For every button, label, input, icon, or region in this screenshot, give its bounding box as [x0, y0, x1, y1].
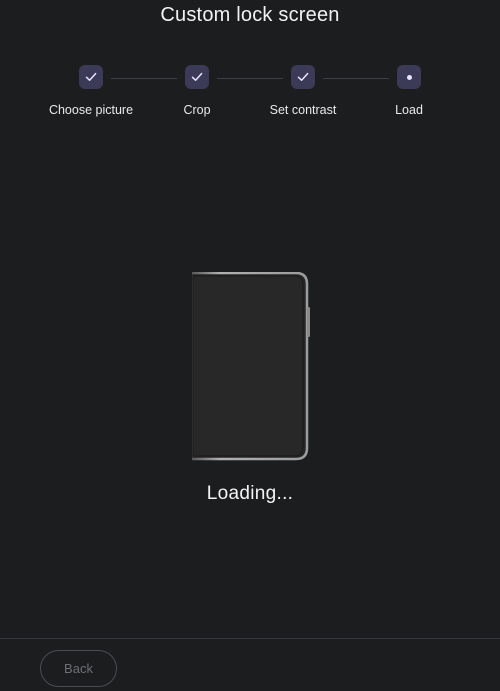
step-label: Load [395, 103, 423, 117]
step-indicator-completed [79, 65, 103, 89]
step-choose-picture: Choose picture [31, 65, 151, 117]
step-load: Load [349, 65, 469, 117]
progress-stepper: Choose picture Crop Set contrast Load [0, 65, 500, 125]
step-label: Choose picture [48, 103, 134, 117]
footer-divider [0, 638, 500, 639]
back-button[interactable]: Back [40, 650, 117, 687]
page-title: Custom lock screen [160, 4, 340, 26]
custom-lock-screen-page: Custom lock screen Choose picture Crop S… [0, 0, 500, 691]
step-indicator-completed [291, 65, 315, 89]
step-indicator-current [397, 65, 421, 89]
step-label: Crop [183, 103, 211, 117]
check-icon [191, 72, 203, 81]
step-crop: Crop [137, 65, 257, 117]
check-icon [85, 72, 97, 81]
check-icon [297, 72, 309, 81]
step-indicator-completed [185, 65, 209, 89]
dot-icon [406, 74, 412, 80]
device-icon [190, 272, 310, 462]
step-set-contrast: Set contrast [243, 65, 363, 117]
loading-status: Loading... [206, 483, 294, 504]
step-label: Set contrast [269, 103, 337, 117]
